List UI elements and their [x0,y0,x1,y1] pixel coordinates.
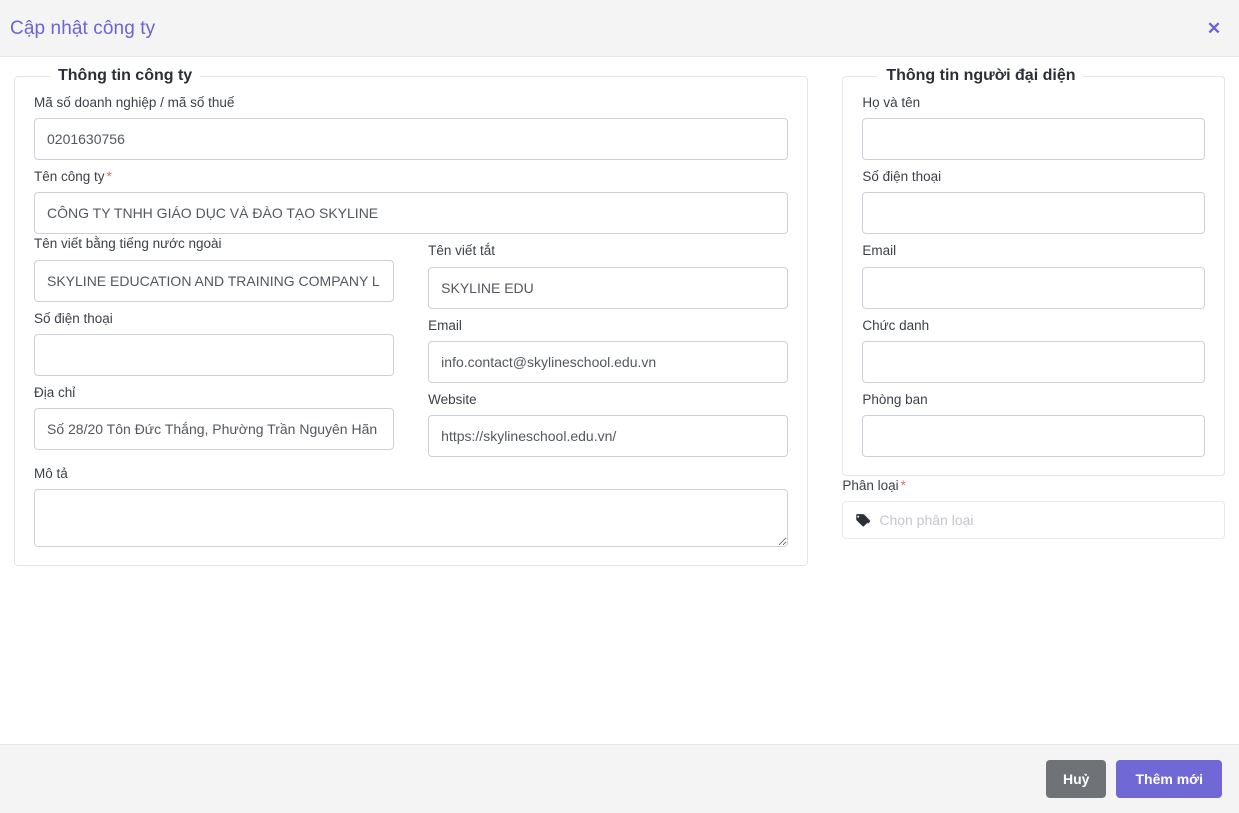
submit-button[interactable]: Thêm mới [1116,760,1222,798]
modal-footer: Huỷ Thêm mới [0,744,1239,813]
company-email-input[interactable] [428,340,789,383]
representative-column: Thông tin người đại diện Họ và tên Số đi… [842,67,1225,540]
company-info-column: Thông tin công ty Mã số doanh nghiệp / m… [14,67,809,567]
representative-info-legend: Thông tin người đại diện [886,67,1076,84]
tax-code-input[interactable] [34,118,789,161]
website-input[interactable] [428,414,789,457]
field-tax-code: Mã số doanh nghiệp / mã số thuế [34,95,789,161]
category-placeholder: Chọn phân loại [879,512,974,529]
field-description: Mô tả [34,465,789,548]
label-company-email: Email [428,317,462,333]
label-tax-code: Mã số doanh nghiệp / mã số thuế [34,95,235,110]
field-company-phone: Số điện thoại [34,310,395,383]
form-columns: Thông tin công ty Mã số doanh nghiệp / m… [0,57,1239,567]
label-company-name: Tên công ty * [34,169,788,185]
page-title: Cập nhật công ty [10,17,156,39]
label-rep-department: Phòng ban [862,391,928,407]
label-description: Mô tả [34,465,68,481]
label-rep-full-name: Họ và tên [862,95,921,110]
modal-header: Cập nhật công ty ✕ [0,0,1239,57]
label-rep-email: Email [862,243,897,259]
address-input[interactable] [34,407,395,450]
close-icon[interactable]: ✕ [1203,17,1225,39]
modal-body: Thông tin công ty Mã số doanh nghiệp / m… [0,57,1239,744]
rep-job-title-input[interactable] [862,340,1205,383]
field-website: Website [428,391,789,457]
rep-phone-input[interactable] [862,192,1205,235]
tag-icon [855,513,871,528]
field-rep-full-name: Họ và tên [862,95,1205,161]
short-name-input[interactable] [428,266,789,309]
company-info-panel: Thông tin công ty Mã số doanh nghiệp / m… [14,67,809,567]
description-textarea[interactable] [34,489,789,548]
field-short-name: Tên viết tắt [428,243,789,309]
company-name-input[interactable] [34,192,789,235]
row-address-website: Địa chỉ Website [34,383,789,457]
field-foreign-name: Tên viết bằng tiếng nước ngoài [34,236,395,308]
required-marker: * [106,169,112,185]
rep-email-input[interactable] [862,266,1205,309]
company-phone-input[interactable] [34,333,395,376]
row-phone-email: Số điện thoại Email [34,309,789,383]
label-company-phone: Số điện thoại [34,310,113,326]
update-company-modal: Cập nhật công ty ✕ Thông tin công ty Mã … [0,0,1239,813]
label-address: Địa chỉ [34,384,76,400]
representative-info-panel: Thông tin người đại diện Họ và tên Số đi… [842,67,1225,476]
required-marker-category: * [900,477,906,493]
label-foreign-name: Tên viết bằng tiếng nước ngoài [34,236,222,252]
category-select[interactable]: Chọn phân loại [842,501,1225,540]
field-rep-phone: Số điện thoại [862,169,1205,235]
label-rep-job-title: Chức danh [862,317,930,333]
label-category-text: Phân loại [842,477,899,493]
field-rep-department: Phòng ban [862,392,1205,457]
label-rep-phone: Số điện thoại [862,169,942,185]
field-company-name: Tên công ty * [34,169,789,235]
row-foreign-short-name: Tên viết bằng tiếng nước ngoài Tên viết … [34,234,789,309]
rep-full-name-input[interactable] [862,118,1205,161]
company-info-legend: Thông tin công ty [58,67,193,84]
field-rep-email: Email [862,243,1205,309]
field-address: Địa chỉ [34,384,395,457]
field-rep-job-title: Chức danh [862,318,1205,383]
label-company-name-text: Tên công ty [34,169,105,185]
cancel-button[interactable]: Huỷ [1046,760,1107,798]
rep-department-input[interactable] [862,414,1205,457]
label-short-name: Tên viết tắt [428,243,495,259]
label-category: Phân loại * [842,478,1225,494]
field-category: Phân loại * Chọn phân loại [842,478,1225,540]
foreign-name-input[interactable] [34,259,395,302]
field-company-email: Email [428,317,789,383]
label-website: Website [428,391,477,407]
